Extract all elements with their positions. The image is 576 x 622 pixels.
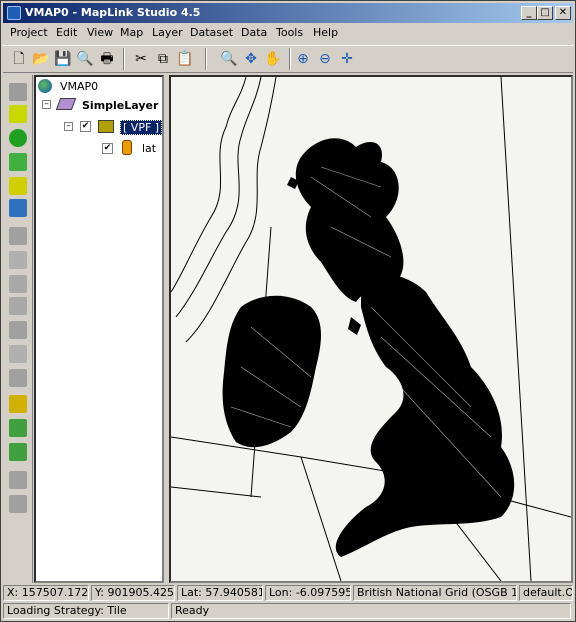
print-preview-icon[interactable]: 🔍 — [75, 49, 95, 69]
zoom-out-icon[interactable]: ⊖ — [315, 49, 335, 69]
menu-view[interactable]: View — [87, 26, 113, 39]
map-canvas — [171, 77, 571, 581]
globe-icon — [38, 79, 52, 93]
puzzle-icon[interactable] — [9, 83, 27, 101]
toolbar-separator — [205, 48, 207, 70]
menu-data[interactable]: Data — [241, 26, 267, 39]
zoom-tool-icon[interactable]: 🔍 — [219, 49, 239, 69]
window-title: VMAP0 - MapLink Studio 4.5 — [25, 6, 201, 19]
application-window: VMAP0 - MapLink Studio 4.5 _ □ ✕ Project… — [0, 0, 576, 622]
status-loading-strategy: Loading Strategy: Tile — [3, 603, 169, 619]
filter-icon[interactable] — [9, 251, 27, 269]
copy-icon[interactable]: ⧉ — [153, 49, 173, 69]
menu-dataset[interactable]: Dataset — [190, 26, 233, 39]
dataset-checkbox[interactable]: ✔ — [80, 121, 91, 132]
vertical-toolbar — [3, 75, 33, 583]
collapse-icon[interactable]: – — [64, 122, 73, 131]
sort-az-icon[interactable] — [9, 345, 27, 363]
data-icon[interactable] — [9, 199, 27, 217]
tree-dataset-selected[interactable]: [ VPF ] — [120, 120, 163, 135]
toolbar-separator — [123, 48, 125, 70]
menu-tools[interactable]: Tools — [276, 26, 303, 39]
hatch-icon[interactable] — [9, 471, 27, 489]
database-icon — [122, 140, 132, 155]
toolbar-separator — [289, 48, 291, 70]
map-view[interactable] — [169, 75, 573, 583]
menu-map[interactable]: Map — [120, 26, 143, 39]
stack-icon[interactable] — [9, 321, 27, 339]
cut-icon[interactable]: ✂ — [131, 49, 151, 69]
shape-icon[interactable] — [9, 227, 27, 245]
maximize-button[interactable]: □ — [537, 6, 553, 20]
child-checkbox[interactable]: ✔ — [102, 143, 113, 154]
tree-child[interactable]: lat — [142, 142, 156, 155]
status-projection: British National Grid (OSGB 1936) — [353, 585, 517, 601]
folder-icon — [98, 120, 114, 133]
layer-icon — [55, 98, 77, 110]
new-icon[interactable]: 🗋 — [9, 49, 29, 69]
close-button[interactable]: ✕ — [555, 6, 571, 20]
tree-layer[interactable]: SimpleLayer — [82, 99, 158, 112]
tree-root[interactable]: VMAP0 — [60, 80, 98, 93]
globe-icon[interactable] — [9, 129, 27, 147]
menu-help[interactable]: Help — [313, 26, 338, 39]
grab-icon[interactable]: ✋ — [263, 49, 283, 69]
grid-icon[interactable] — [9, 275, 27, 293]
layer-tree: VMAP0 – SimpleLayer – ✔ [ VPF ] ✔ lat — [34, 75, 164, 583]
menu-project[interactable]: Project — [10, 26, 48, 39]
cube-icon[interactable] — [9, 495, 27, 513]
save-icon[interactable]: 💾 — [53, 49, 73, 69]
dataset-icon[interactable] — [9, 177, 27, 195]
menu-layer[interactable]: Layer — [152, 26, 183, 39]
app-icon — [7, 6, 21, 20]
main-toolbar: 🗋 📂 💾 🔍 🖶 ✂ ⧉ 📋 🔍 ✥ ✋ ⊕ ⊖ ✛ — [3, 45, 573, 73]
menu-edit[interactable]: Edit — [56, 26, 77, 39]
status-x: X: 157507.172 — [3, 585, 89, 601]
status-default: default.Oc — [519, 585, 573, 601]
open-folder-icon[interactable]: 📂 — [31, 49, 51, 69]
pan-icon[interactable]: ✥ — [241, 49, 261, 69]
status-bar: X: 157507.172 Y: 901905.425 Lat: 57.9405… — [3, 584, 573, 602]
zoom-extent-icon[interactable]: ✛ — [337, 49, 357, 69]
settings-icon[interactable] — [9, 443, 27, 461]
paste-icon[interactable]: 📋 — [175, 49, 195, 69]
terrain-icon[interactable] — [9, 369, 27, 387]
table-icon[interactable] — [9, 297, 27, 315]
edit-layer-icon[interactable] — [9, 105, 27, 123]
database-icon[interactable] — [9, 395, 27, 413]
status-bar-secondary: Loading Strategy: Tile Ready — [3, 602, 573, 620]
title-bar[interactable]: VMAP0 - MapLink Studio 4.5 _ □ ✕ — [3, 3, 573, 23]
collapse-icon[interactable]: – — [42, 100, 51, 109]
print-icon[interactable]: 🖶 — [97, 49, 117, 69]
status-y: Y: 901905.425 — [91, 585, 175, 601]
status-lat: Lat: 57.9405810 — [177, 585, 263, 601]
map-export-icon[interactable] — [9, 419, 27, 437]
menu-bar: Project Edit View Map Layer Dataset Data… — [3, 24, 573, 42]
layers-icon[interactable] — [9, 153, 27, 171]
status-ready: Ready — [171, 603, 571, 619]
zoom-in-icon[interactable]: ⊕ — [293, 49, 313, 69]
status-lon: Lon: -6.0975957 — [265, 585, 351, 601]
minimize-button[interactable]: _ — [521, 6, 537, 20]
